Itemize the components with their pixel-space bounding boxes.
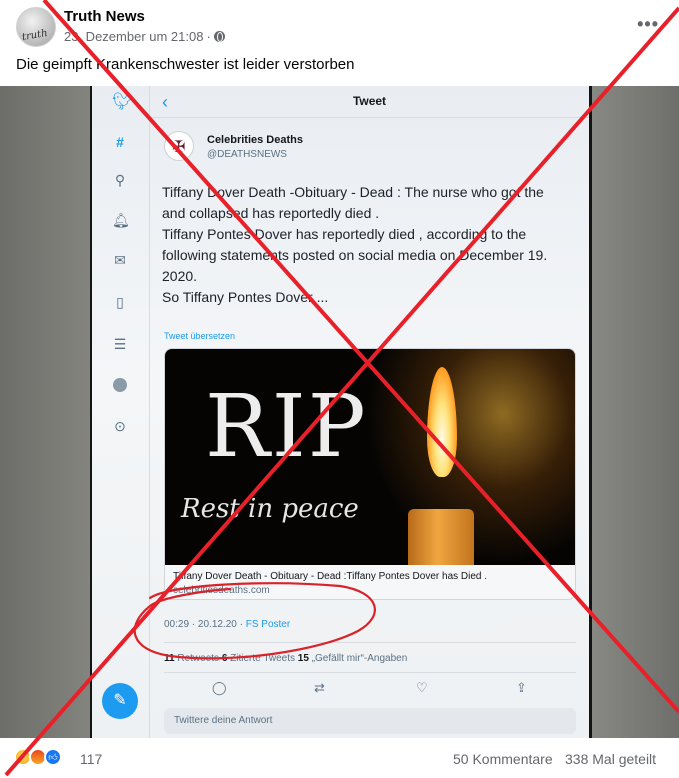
- share-icon[interactable]: ⇪: [516, 680, 527, 696]
- timestamp-text[interactable]: 00:29 · 20.12.20 ·: [164, 619, 246, 630]
- tweet-line: Tiffany Pontes Dover has reportedly died…: [162, 226, 527, 242]
- tablet-screen: 🐦︎ # ⚲ 🔔︎ ✉ ▯ ☰ ⊙ ✎ ‹ Tweet ✠ Celebritie…: [92, 86, 589, 738]
- cross-logo-icon: ✠: [172, 139, 186, 156]
- post-caption: Die geimpft Krankenschwester ist leider …: [16, 56, 355, 73]
- reply-placeholder: Twittere deine Antwort: [174, 715, 273, 726]
- candle: [408, 509, 474, 565]
- quotes-label[interactable]: Zitierte Tweets: [227, 653, 297, 664]
- hashtag-icon[interactable]: #: [112, 134, 128, 150]
- likes-label[interactable]: „Gefällt mir“-Angaben: [309, 653, 408, 664]
- photo-background-left: [0, 86, 92, 738]
- tweet-line: and collapsed has reportedly died .: [162, 205, 380, 221]
- compose-tweet-button[interactable]: ✎: [102, 683, 138, 719]
- photo-background-right: [587, 86, 679, 738]
- twitter-sidebar: 🐦︎ # ⚲ 🔔︎ ✉ ▯ ☰ ⊙ ✎: [92, 86, 150, 738]
- like-icon[interactable]: ♡: [416, 680, 428, 696]
- reply-icon[interactable]: ◯: [212, 680, 227, 696]
- retweets-label[interactable]: Retweets: [175, 653, 222, 664]
- more-options-icon[interactable]: •••: [637, 14, 659, 35]
- rip-image-text: RIP: [205, 377, 368, 477]
- meta-separator: ·: [206, 29, 211, 44]
- card-title: Tiffany Dover Death - Obituary - Dead :T…: [173, 571, 488, 582]
- link-card[interactable]: RIP Rest in peace Tiffany Dover Death - …: [164, 348, 576, 600]
- rest-in-peace-text: Rest in peace: [181, 494, 359, 524]
- post-photo[interactable]: 🐦︎ # ⚲ 🔔︎ ✉ ▯ ☰ ⊙ ✎ ‹ Tweet ✠ Celebritie…: [0, 86, 679, 738]
- avatar-logo-text: truth: [21, 27, 49, 44]
- card-image: RIP Rest in peace: [165, 349, 575, 565]
- shares-count-link[interactable]: 338 Mal geteilt: [565, 751, 656, 767]
- tweet-line: 2020.: [162, 268, 198, 284]
- bookmark-icon[interactable]: ▯: [112, 294, 128, 310]
- like-reaction-icon[interactable]: 👍︎: [44, 748, 62, 766]
- tweet-text: Tiffany Dover Death -Obituary - Dead : T…: [162, 182, 572, 308]
- page-avatar[interactable]: truth: [16, 7, 56, 47]
- tweet-header-title: Tweet: [352, 94, 387, 108]
- globe-icon: [213, 31, 225, 42]
- account-handle[interactable]: @DEATHSNEWS: [207, 149, 287, 160]
- tweet-line: following statements posted on social me…: [162, 247, 548, 263]
- retweet-icon[interactable]: ⇄: [314, 680, 325, 696]
- tweet-line: Tiffany Dover Death -Obituary - Dead : T…: [162, 184, 544, 200]
- post-date-link[interactable]: 23. Dezember um 21:08: [64, 29, 203, 44]
- mail-icon[interactable]: ✉: [112, 252, 128, 268]
- search-icon[interactable]: ⚲: [112, 172, 128, 188]
- tweet-timestamp: 00:29 · 20.12.20 · FS Poster: [164, 619, 290, 630]
- tweet-stats: 11 Retweets 6 Zitierte Tweets 15 „Gefäll…: [164, 653, 407, 664]
- divider: [164, 642, 576, 643]
- twitter-bird-icon[interactable]: 🐦︎: [112, 93, 134, 110]
- profile-avatar-icon[interactable]: [112, 378, 128, 394]
- divider: [164, 672, 576, 673]
- more-circle-icon[interactable]: ⊙: [112, 418, 128, 434]
- bell-icon[interactable]: 🔔︎: [112, 212, 130, 228]
- page-name-link[interactable]: Truth News: [64, 8, 145, 25]
- post-header: truth Truth News 23. Dezember um 21:08 ·…: [0, 0, 679, 86]
- tweet-source-link[interactable]: FS Poster: [246, 619, 290, 630]
- tweet-actions: ◯ ⇄ ♡ ⇪: [164, 680, 576, 700]
- card-domain: celebritiesdeaths.com: [173, 585, 270, 596]
- tweet-line: So Tiffany Pontes Dover ...: [162, 289, 329, 305]
- post-meta: 23. Dezember um 21:08 ·: [64, 29, 225, 44]
- reply-input[interactable]: Twittere deine Antwort: [164, 708, 576, 734]
- comments-count-link[interactable]: 50 Kommentare: [453, 751, 553, 767]
- tweet-header: ‹ Tweet: [150, 86, 589, 118]
- likes-count[interactable]: 15: [298, 653, 309, 664]
- translate-tweet-link[interactable]: Tweet übersetzen: [164, 331, 235, 341]
- reaction-count[interactable]: 117: [80, 751, 102, 767]
- retweets-count[interactable]: 11: [164, 653, 175, 664]
- account-name[interactable]: Celebrities Deaths: [207, 134, 303, 146]
- post-footer: 👍︎ 117 50 Kommentare 338 Mal geteilt: [0, 738, 679, 778]
- list-icon[interactable]: ☰: [112, 336, 128, 352]
- account-avatar[interactable]: ✠: [164, 131, 194, 161]
